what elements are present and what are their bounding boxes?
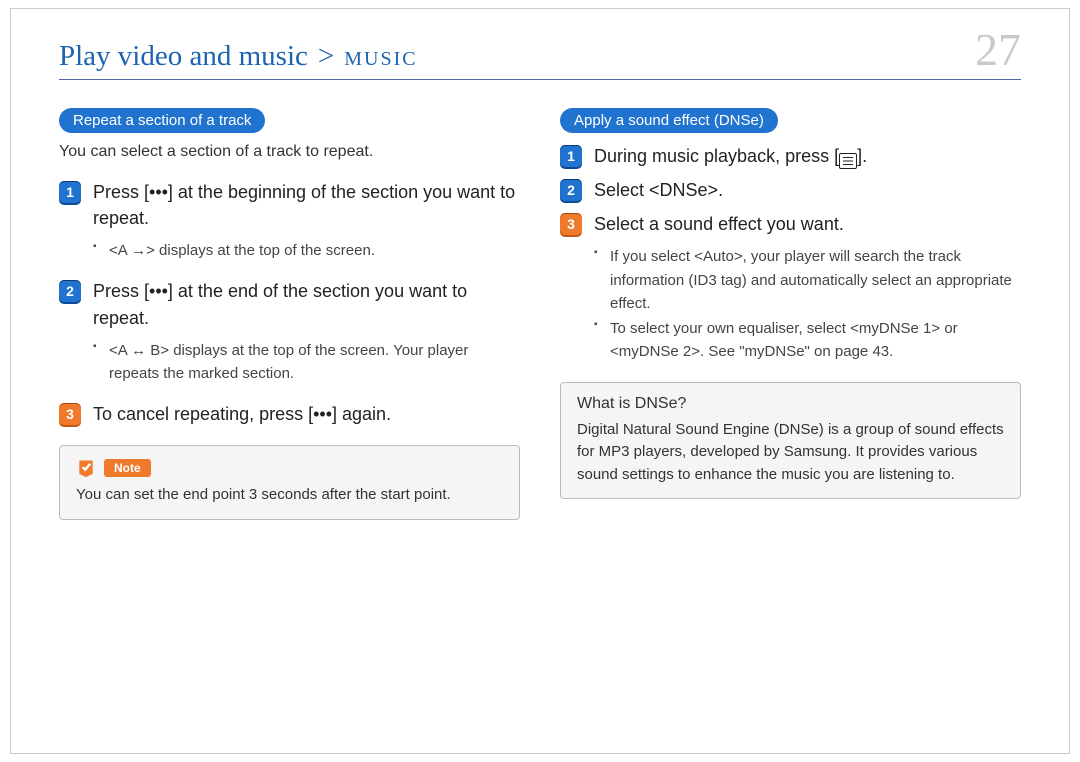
- note-text: You can set the end point 3 seconds afte…: [76, 484, 503, 507]
- step-1-bullet-1: <A →> displays at the top of the screen.: [93, 239, 520, 262]
- r-step-2: 2 Select <DNSe>.: [560, 177, 1021, 203]
- breadcrumb: Play video and music > MUSIC: [59, 40, 418, 73]
- intro-text: You can select a section of a track to r…: [59, 143, 520, 161]
- r-step-1: 1 During music playback, press [].: [560, 143, 1021, 169]
- right-column: Apply a sound effect (DNSe) 1 During mus…: [560, 108, 1021, 520]
- r-step-3-bullet-2: To select your own equaliser, select <my…: [594, 317, 1021, 364]
- page-root: Play video and music > MUSIC 27 Repeat a…: [0, 0, 1080, 762]
- note-label: Note: [104, 459, 151, 477]
- breadcrumb-subsection: MUSIC: [344, 48, 417, 70]
- step-badge-2: 2: [59, 280, 81, 302]
- breadcrumb-section: Play video and music: [59, 40, 308, 72]
- page-header: Play video and music > MUSIC 27: [59, 27, 1021, 80]
- step-3: 3 To cancel repeating, press [•••] again…: [59, 401, 520, 427]
- content-columns: Repeat a section of a track You can sele…: [59, 108, 1021, 520]
- page-number: 27: [975, 27, 1021, 73]
- r-step-3-bullet-1: If you select <Auto>, your player will s…: [594, 245, 1021, 315]
- r-step-1-post: ].: [857, 146, 867, 166]
- info-box: What is DNSe? Digital Natural Sound Engi…: [560, 382, 1021, 500]
- note-header: Note: [76, 458, 503, 478]
- step-1: 1 Press [•••] at the beginning of the se…: [59, 179, 520, 231]
- r-step-3: 3 Select a sound effect you want.: [560, 211, 1021, 237]
- note-check-icon: [76, 458, 96, 478]
- r-step-3-text: Select a sound effect you want.: [594, 211, 844, 237]
- page-sheet: Play video and music > MUSIC 27 Repeat a…: [10, 8, 1070, 754]
- step-2-bullets: <A ↔ B> displays at the top of the scree…: [93, 339, 520, 386]
- r-step-badge-3: 3: [560, 213, 582, 235]
- step-badge-3: 3: [59, 403, 81, 425]
- step-2-bullet-1: <A ↔ B> displays at the top of the scree…: [93, 339, 520, 386]
- section-heading-dnse: Apply a sound effect (DNSe): [560, 108, 778, 133]
- step-1-bullets: <A →> displays at the top of the screen.: [93, 239, 520, 262]
- breadcrumb-separator: >: [312, 40, 340, 72]
- note-box: Note You can set the end point 3 seconds…: [59, 445, 520, 520]
- step-1-text: Press [•••] at the beginning of the sect…: [93, 179, 520, 231]
- info-title: What is DNSe?: [577, 395, 1004, 413]
- step-2-text: Press [•••] at the end of the section yo…: [93, 278, 520, 330]
- r-step-2-text: Select <DNSe>.: [594, 177, 723, 203]
- r-step-1-pre: During music playback, press [: [594, 146, 839, 166]
- step-badge-1: 1: [59, 181, 81, 203]
- menu-icon: [839, 153, 857, 169]
- r-step-badge-1: 1: [560, 145, 582, 167]
- r-step-1-text: During music playback, press [].: [594, 143, 867, 169]
- r-step-3-bullets: If you select <Auto>, your player will s…: [594, 245, 1021, 363]
- left-column: Repeat a section of a track You can sele…: [59, 108, 520, 520]
- step-2: 2 Press [•••] at the end of the section …: [59, 278, 520, 330]
- r-step-badge-2: 2: [560, 179, 582, 201]
- section-heading-repeat: Repeat a section of a track: [59, 108, 265, 133]
- info-text: Digital Natural Sound Engine (DNSe) is a…: [577, 419, 1004, 487]
- step-3-text: To cancel repeating, press [•••] again.: [93, 401, 391, 427]
